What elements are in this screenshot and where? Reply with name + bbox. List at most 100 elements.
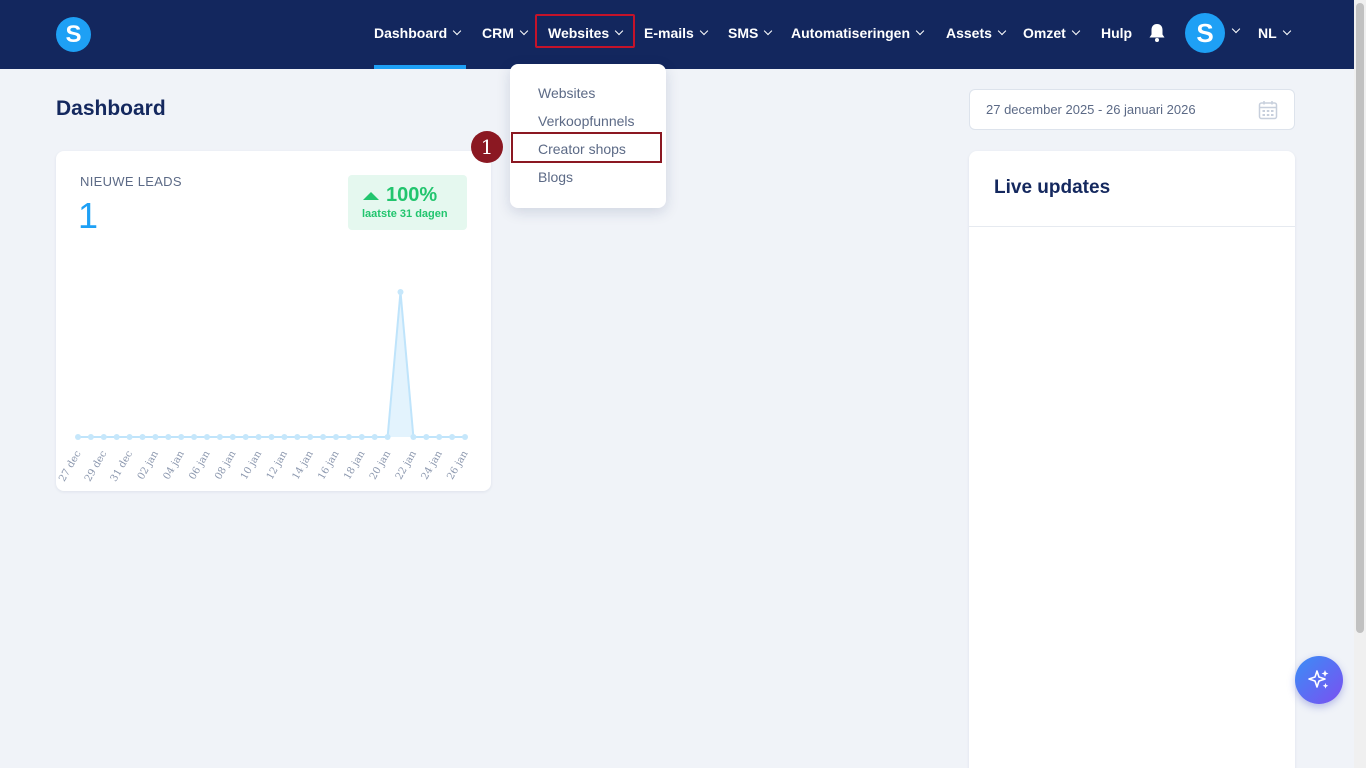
chevron-down-icon (1071, 26, 1081, 36)
creator-shops-highlight-box (511, 132, 662, 163)
leads-point[interactable] (294, 434, 301, 440)
leads-point[interactable] (423, 434, 430, 440)
x-tick-label: 10 jan (239, 449, 265, 482)
nav-emails[interactable]: E-mails (644, 22, 709, 44)
language-label: NL (1258, 25, 1277, 41)
x-tick-label: 16 jan (316, 449, 342, 482)
change-badge: 100% laatste 31 dagen (348, 175, 467, 230)
leads-point[interactable] (371, 434, 378, 440)
nav-automatiseringen[interactable]: Automatiseringen (791, 22, 925, 44)
live-updates-title: Live updates (994, 177, 1111, 198)
leads-point[interactable] (268, 434, 275, 440)
nav-assets[interactable]: Assets (946, 22, 1007, 44)
change-period: laatste 31 dagen (362, 208, 448, 220)
leads-label: NIEUWE LEADS (80, 174, 182, 189)
x-tick-label: 29 dec (83, 449, 110, 484)
language-switcher[interactable]: NL (1258, 22, 1291, 44)
leads-point[interactable] (358, 434, 365, 440)
nav-dashboard-label: Dashboard (374, 25, 448, 41)
chevron-down-icon (915, 26, 925, 36)
leads-point[interactable] (462, 434, 468, 440)
x-tick-label: 20 jan (368, 449, 394, 482)
nav-assets-label: Assets (946, 25, 992, 41)
avatar[interactable]: S (1185, 13, 1225, 53)
x-tick-label: 26 jan (445, 449, 471, 482)
leads-point[interactable] (204, 434, 210, 440)
logo[interactable]: S (56, 17, 91, 52)
new-leads-card: 27 dec 29 dec 31 dec 02 jan 04 jan 06 jan 08 j… (56, 151, 491, 491)
chevron-down-icon (764, 26, 773, 36)
nav-omzet-label: Omzet (1023, 25, 1066, 41)
chevron-down-icon (997, 26, 1007, 36)
nav-hulp-label: Hulp (1101, 25, 1133, 41)
leads-point[interactable] (100, 434, 107, 440)
date-range-picker[interactable]: 27 december 2025 - 26 januari 2026 (969, 89, 1295, 130)
leads-point[interactable] (139, 434, 146, 440)
leads-point[interactable] (87, 434, 94, 440)
x-tick-label: 12 jan (265, 449, 291, 482)
x-tick-label: 04 jan (162, 449, 188, 482)
page-title: Dashboard (56, 97, 166, 120)
leads-point[interactable] (397, 289, 404, 295)
leads-point[interactable] (165, 434, 172, 440)
top-navbar: S Dashboard CRM Websites E-mails SMS Aut… (0, 0, 1354, 69)
nav-dashboard[interactable]: Dashboard (374, 22, 462, 44)
date-range-value: 27 december 2025 - 26 januari 2026 (986, 102, 1196, 117)
dropdown-item-blogs[interactable]: Blogs (538, 169, 573, 185)
nav-active-indicator (374, 65, 466, 69)
ai-assistant-button[interactable] (1295, 656, 1343, 704)
nav-sms[interactable]: SMS (728, 22, 773, 44)
leads-point[interactable] (384, 434, 391, 440)
arrow-up-icon (363, 192, 379, 200)
leads-point[interactable] (333, 434, 339, 440)
nav-crm-label: CRM (482, 25, 514, 41)
x-tick-label: 14 jan (291, 449, 317, 482)
leads-point[interactable] (436, 434, 443, 440)
dropdown-item-verkoopfunnels[interactable]: Verkoopfunnels (538, 113, 635, 129)
divider (969, 226, 1295, 227)
x-tick-label: 31 dec (109, 449, 136, 484)
x-tick-label: 02 jan (136, 449, 162, 482)
chevron-down-icon (699, 26, 709, 36)
calendar-icon (1258, 101, 1278, 120)
nav-emails-label: E-mails (644, 25, 694, 41)
leads-point[interactable] (449, 434, 456, 440)
x-tick-label: 08 jan (213, 449, 239, 482)
nav-omzet[interactable]: Omzet (1023, 22, 1081, 44)
leads-point[interactable] (410, 434, 417, 440)
x-tick-label: 22 jan (394, 449, 420, 482)
leads-point[interactable] (152, 434, 159, 440)
leads-point[interactable] (126, 434, 133, 440)
leads-point[interactable] (216, 434, 223, 440)
leads-point[interactable] (178, 434, 185, 440)
nav-automatiseringen-label: Automatiseringen (791, 25, 911, 41)
leads-point[interactable] (281, 434, 288, 440)
chevron-down-icon (452, 26, 462, 36)
chevron-down-icon (519, 26, 529, 36)
leads-point[interactable] (229, 434, 236, 440)
nav-sms-label: SMS (728, 25, 759, 41)
nav-crm[interactable]: CRM (482, 22, 529, 44)
chevron-down-icon[interactable] (1231, 24, 1241, 34)
leads-point[interactable] (75, 434, 81, 440)
leads-point[interactable] (191, 434, 198, 440)
websites-highlight-box (535, 14, 635, 48)
x-tick-label: 27 dec (57, 449, 84, 484)
nav-hulp[interactable]: Hulp (1101, 22, 1132, 44)
leads-point[interactable] (255, 434, 262, 440)
x-tick-label: 06 jan (187, 449, 213, 482)
leads-point[interactable] (320, 434, 327, 440)
live-updates-card: Live updates (969, 151, 1295, 768)
scrollbar-thumb[interactable] (1356, 3, 1364, 633)
dropdown-item-websites[interactable]: Websites (538, 85, 595, 101)
x-tick-label: 24 jan (420, 449, 446, 482)
leads-point[interactable] (345, 434, 352, 440)
leads-point[interactable] (307, 434, 314, 440)
leads-point[interactable] (242, 434, 249, 440)
sparkles-icon (1308, 670, 1329, 689)
bell-icon[interactable] (1148, 23, 1166, 43)
step-marker: 1 (471, 131, 503, 163)
leads-count: 1 (78, 195, 99, 236)
x-tick-label: 18 jan (342, 449, 368, 482)
leads-point[interactable] (113, 434, 120, 440)
